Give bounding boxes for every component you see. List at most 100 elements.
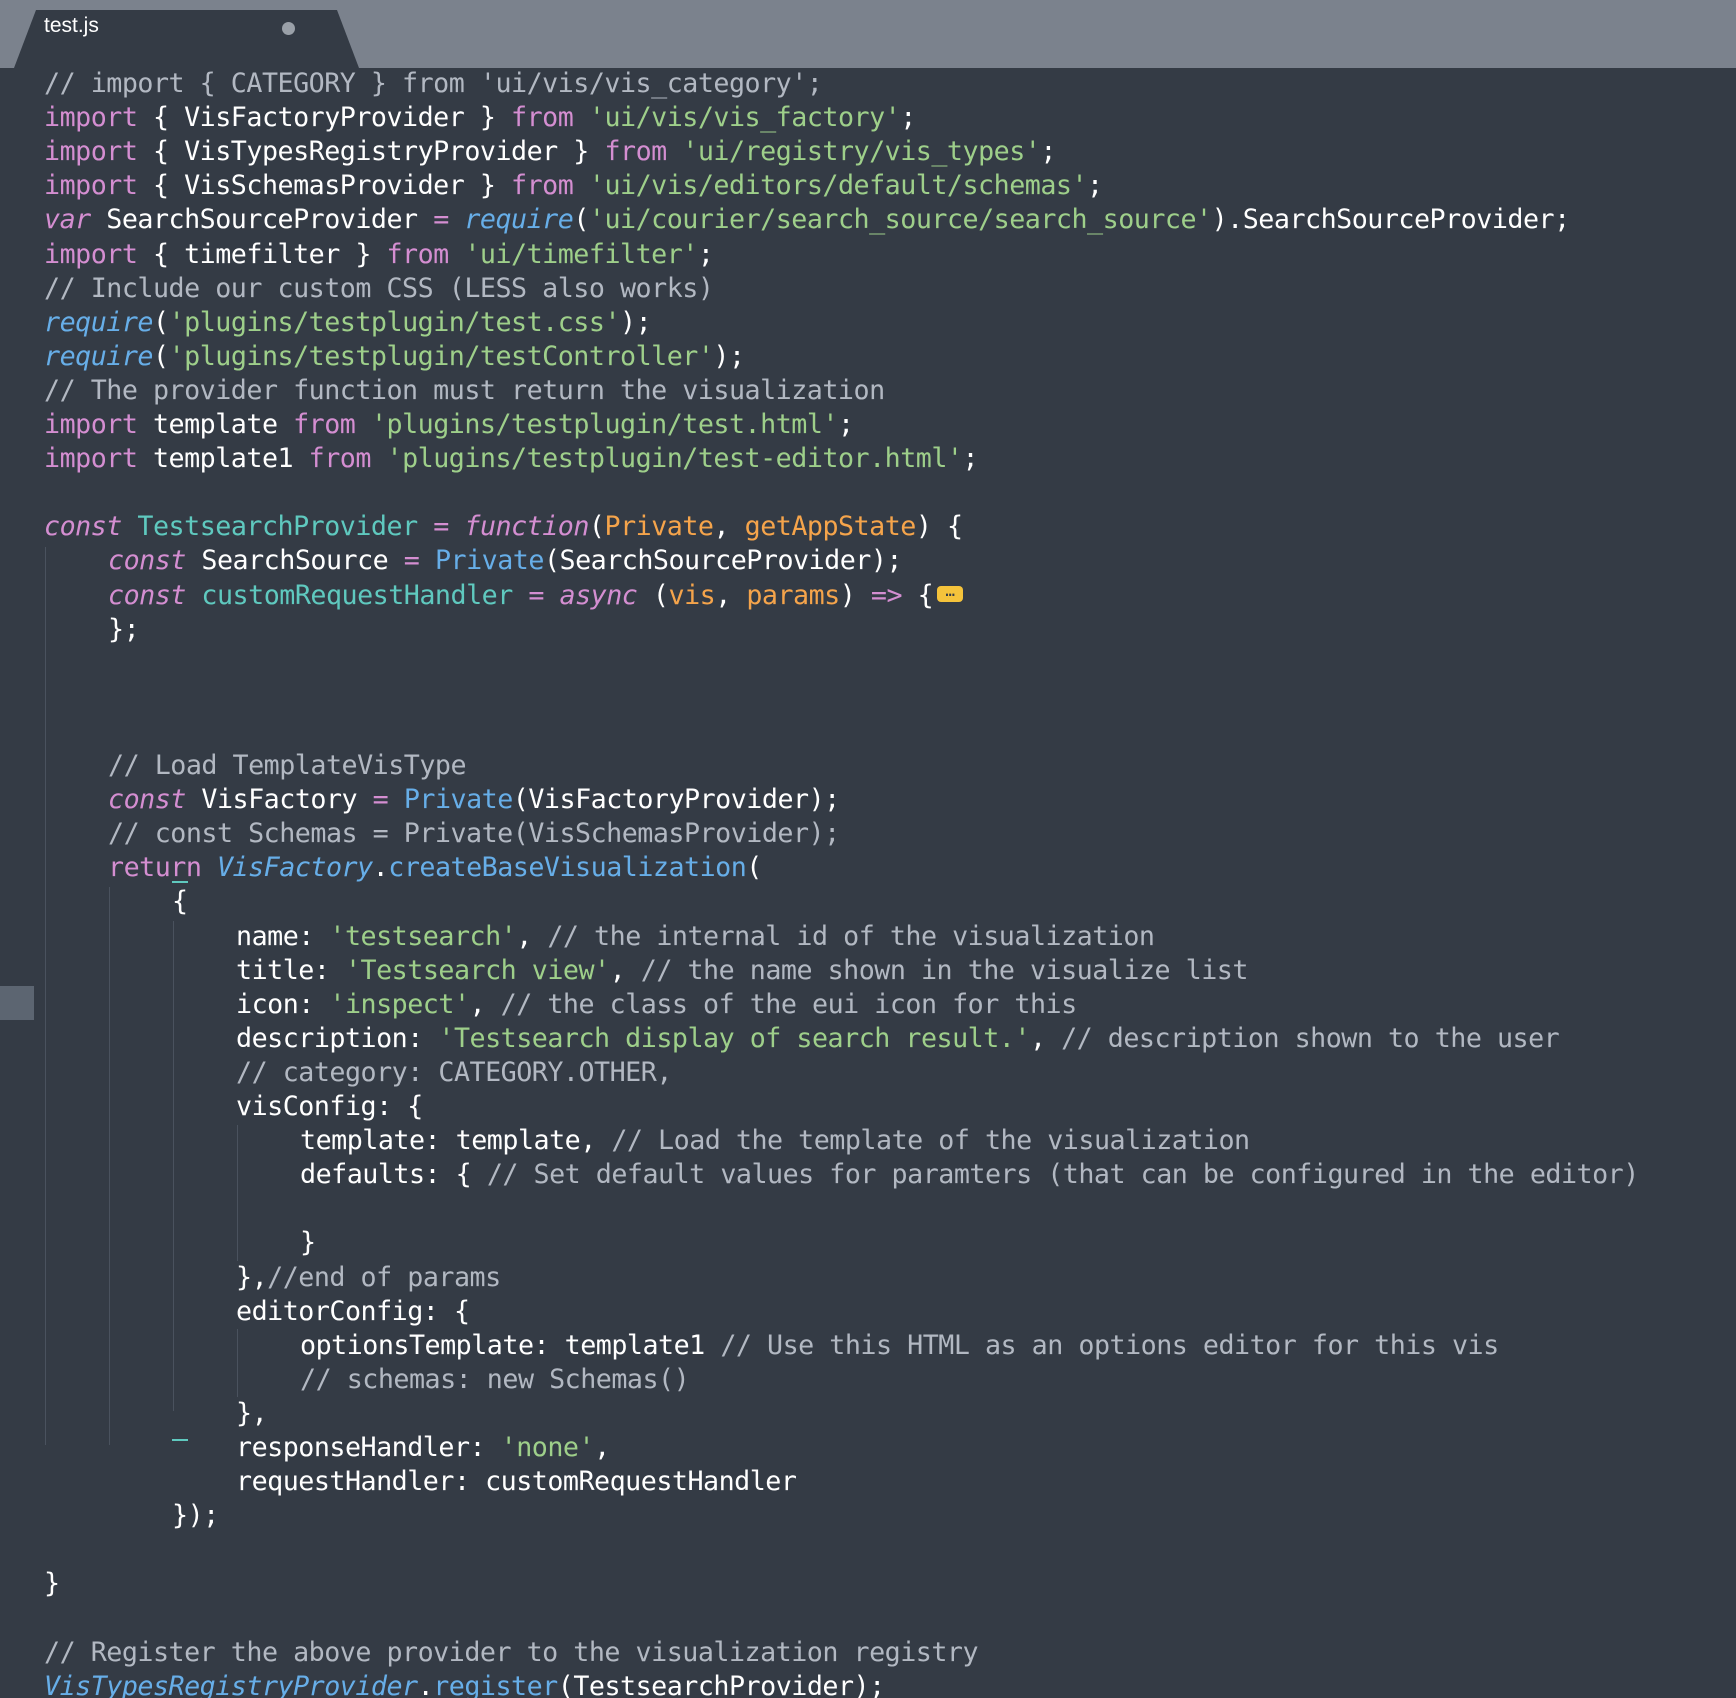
code-line[interactable]: import { VisSchemasProvider } from 'ui/v… xyxy=(44,169,1103,203)
code-token: // description shown to the user xyxy=(1061,1022,1560,1054)
code-token: // const Schemas = Private(VisSchemasPro… xyxy=(108,818,840,850)
code-line[interactable]: require('plugins/testplugin/test.css'); xyxy=(44,306,652,340)
code-token: Private xyxy=(403,784,513,816)
code-token: VisFactory xyxy=(216,852,373,884)
code-line[interactable]: } xyxy=(300,1226,316,1260)
code-line[interactable]: icon: 'inspect', // the class of the eui… xyxy=(236,988,1077,1022)
code-token: { xyxy=(172,886,188,918)
code-token: }, xyxy=(236,1397,268,1429)
code-line[interactable]: // const Schemas = Private(VisSchemasPro… xyxy=(108,817,840,851)
code-line[interactable]: const VisFactory = Private(VisFactoryPro… xyxy=(108,783,840,817)
code-line[interactable]: title: 'Testsearch view', // the name sh… xyxy=(236,954,1248,988)
code-line[interactable]: var SearchSourceProvider = require('ui/c… xyxy=(44,203,1570,237)
code-line[interactable]: // Include our custom CSS (LESS also wor… xyxy=(44,272,714,306)
indent-guide xyxy=(173,921,174,1411)
unsaved-dot-icon[interactable] xyxy=(282,22,295,35)
code-token: // import { CATEGORY } from 'ui/vis/vis_… xyxy=(44,68,823,99)
code-editor[interactable]: // import { CATEGORY } from 'ui/vis/vis_… xyxy=(44,67,1736,1698)
folded-code-ellipsis-icon[interactable]: … xyxy=(937,583,964,602)
code-token: from xyxy=(511,170,574,202)
code-line[interactable]: import template1 from 'plugins/testplugi… xyxy=(44,442,979,476)
code-line[interactable]: }; xyxy=(108,613,140,647)
code-token: VisTypesRegistryProvider xyxy=(44,1670,418,1698)
code-token: template1 xyxy=(137,443,309,475)
code-line[interactable]: const customRequestHandler = async (vis,… xyxy=(108,579,964,613)
code-token: . xyxy=(417,1670,434,1698)
code-token: ; xyxy=(900,102,916,134)
code-token: 'testsearch' xyxy=(329,920,517,952)
code-token: defaults: { xyxy=(300,1159,487,1191)
code-token: createBaseVisualization xyxy=(388,852,747,884)
editor-window: test.js // import { CATEGORY } from 'ui/… xyxy=(0,0,1736,1698)
code-token: //end of params xyxy=(267,1261,501,1293)
code-line[interactable]: // category: CATEGORY.OTHER, xyxy=(236,1056,672,1090)
code-line[interactable]: visConfig: { xyxy=(236,1090,423,1124)
code-line[interactable]: const TestsearchProvider = function(Priv… xyxy=(44,510,963,544)
code-line[interactable]: // schemas: new Schemas() xyxy=(300,1363,690,1397)
code-token: } xyxy=(300,1227,316,1259)
code-line[interactable]: // Load TemplateVisType xyxy=(108,749,467,783)
code-token: , xyxy=(715,579,747,611)
gutter-line-marker xyxy=(0,986,34,1020)
code-token: Private xyxy=(604,511,714,543)
code-token: { VisTypesRegistryProvider } xyxy=(137,136,605,168)
code-token: ) xyxy=(839,579,871,611)
tab-bar: test.js xyxy=(0,0,1736,68)
code-line[interactable]: }, xyxy=(236,1397,268,1431)
code-line[interactable]: VisTypesRegistryProvider.register(Testse… xyxy=(44,1670,885,1698)
code-line[interactable]: optionsTemplate: template1 // Use this H… xyxy=(300,1329,1499,1363)
code-token: = xyxy=(372,784,389,816)
code-line[interactable]: requestHandler: customRequestHandler xyxy=(236,1465,797,1499)
code-token: import xyxy=(44,238,138,270)
code-token: { xyxy=(902,579,934,611)
code-line[interactable]: },//end of params xyxy=(236,1261,501,1295)
code-token: require xyxy=(464,204,574,236)
indent-guide xyxy=(109,887,110,1445)
code-token: { VisSchemasProvider } xyxy=(137,170,512,202)
code-token: SearchSourceProvider xyxy=(90,204,434,236)
code-line[interactable]: require('plugins/testplugin/testControll… xyxy=(44,340,745,374)
code-token: // Use this HTML as an options editor fo… xyxy=(720,1329,1499,1361)
code-line[interactable]: import { timefilter } from 'ui/timefilte… xyxy=(44,238,714,272)
code-line[interactable]: description: 'Testsearch display of sear… xyxy=(236,1022,1560,1056)
code-line[interactable]: { xyxy=(172,885,188,919)
code-line[interactable]: // The provider function must return the… xyxy=(44,374,885,408)
code-line[interactable]: // import { CATEGORY } from 'ui/vis/vis_… xyxy=(44,67,823,101)
code-token: ; xyxy=(697,238,714,270)
code-line[interactable]: import { VisFactoryProvider } from 'ui/v… xyxy=(44,101,916,135)
code-line[interactable]: import { VisTypesRegistryProvider } from… xyxy=(44,135,1056,169)
code-line[interactable]: }); xyxy=(172,1499,219,1533)
code-token: optionsTemplate: template1 xyxy=(300,1329,721,1361)
code-token: ( xyxy=(637,579,669,611)
code-token: ( xyxy=(152,306,169,338)
code-token: // schemas: new Schemas() xyxy=(300,1363,690,1395)
code-token: params xyxy=(746,579,840,611)
code-token: }); xyxy=(172,1500,219,1532)
code-token: // Load the template of the visualizatio… xyxy=(611,1125,1250,1157)
code-line[interactable]: template: template, // Load the template… xyxy=(300,1124,1250,1158)
code-token: title: xyxy=(236,954,345,986)
code-line[interactable]: // Register the above provider to the vi… xyxy=(44,1636,979,1670)
code-token: template: template, xyxy=(300,1125,612,1157)
code-token: // the name shown in the visualize list xyxy=(640,954,1249,986)
code-line[interactable]: responseHandler: 'none', xyxy=(236,1431,610,1465)
code-token: ); xyxy=(620,306,652,338)
code-line[interactable]: defaults: { // Set default values for pa… xyxy=(300,1158,1639,1192)
code-token: requestHandler: customRequestHandler xyxy=(236,1466,797,1498)
code-token: 'Testsearch view' xyxy=(344,954,610,986)
code-line[interactable]: const SearchSource = Private(SearchSourc… xyxy=(108,544,902,578)
code-token: } xyxy=(44,1568,60,1600)
code-token: 'Testsearch display of search result.' xyxy=(438,1022,1030,1054)
code-line[interactable]: name: 'testsearch', // the internal id o… xyxy=(236,920,1155,954)
code-line[interactable]: return VisFactory.createBaseVisualizatio… xyxy=(108,851,762,885)
code-line[interactable]: editorConfig: { xyxy=(236,1295,470,1329)
code-line[interactable]: import template from 'plugins/testplugin… xyxy=(44,408,854,442)
code-token: const xyxy=(44,511,122,543)
code-token: vis xyxy=(668,579,716,611)
code-line[interactable]: } xyxy=(44,1567,60,1601)
